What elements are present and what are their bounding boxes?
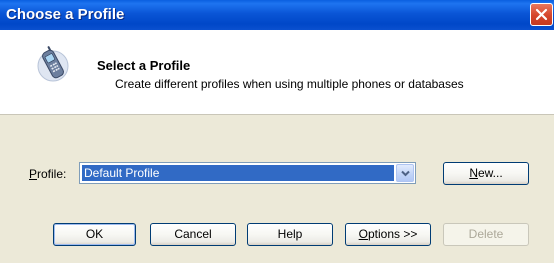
help-button[interactable]: Help <box>247 223 333 246</box>
profile-label: Profile: <box>29 167 66 181</box>
phone-icon <box>37 46 69 82</box>
choose-profile-dialog: Choose a Profile Select a Profile Create… <box>0 0 554 263</box>
close-icon <box>535 8 548 21</box>
options-button-label: ptions >> <box>367 227 418 241</box>
header-subtitle: Create different profiles when using mul… <box>115 77 464 91</box>
header-panel: Select a Profile Create different profil… <box>0 30 554 115</box>
options-button[interactable]: Options >> <box>345 223 431 246</box>
options-button-mnemonic: O <box>358 227 368 241</box>
ok-button[interactable]: OK <box>53 223 136 246</box>
new-button-label: ew... <box>477 166 503 180</box>
header-title: Select a Profile <box>97 58 191 73</box>
new-button-mnemonic: N <box>469 166 478 180</box>
window-title: Choose a Profile <box>6 6 125 23</box>
dropdown-arrow-button[interactable] <box>396 164 414 182</box>
profile-selected-value: Default Profile <box>82 165 394 181</box>
chevron-down-icon <box>401 170 410 177</box>
profile-label-text: rofile: <box>37 167 67 181</box>
delete-button[interactable]: Delete <box>443 223 529 246</box>
profile-label-mnemonic: P <box>29 167 38 181</box>
cancel-button[interactable]: Cancel <box>150 223 236 246</box>
close-button[interactable] <box>530 3 553 26</box>
new-profile-button[interactable]: New... <box>443 162 529 185</box>
profile-dropdown[interactable]: Default Profile <box>79 162 416 184</box>
title-bar[interactable]: Choose a Profile <box>0 0 554 30</box>
